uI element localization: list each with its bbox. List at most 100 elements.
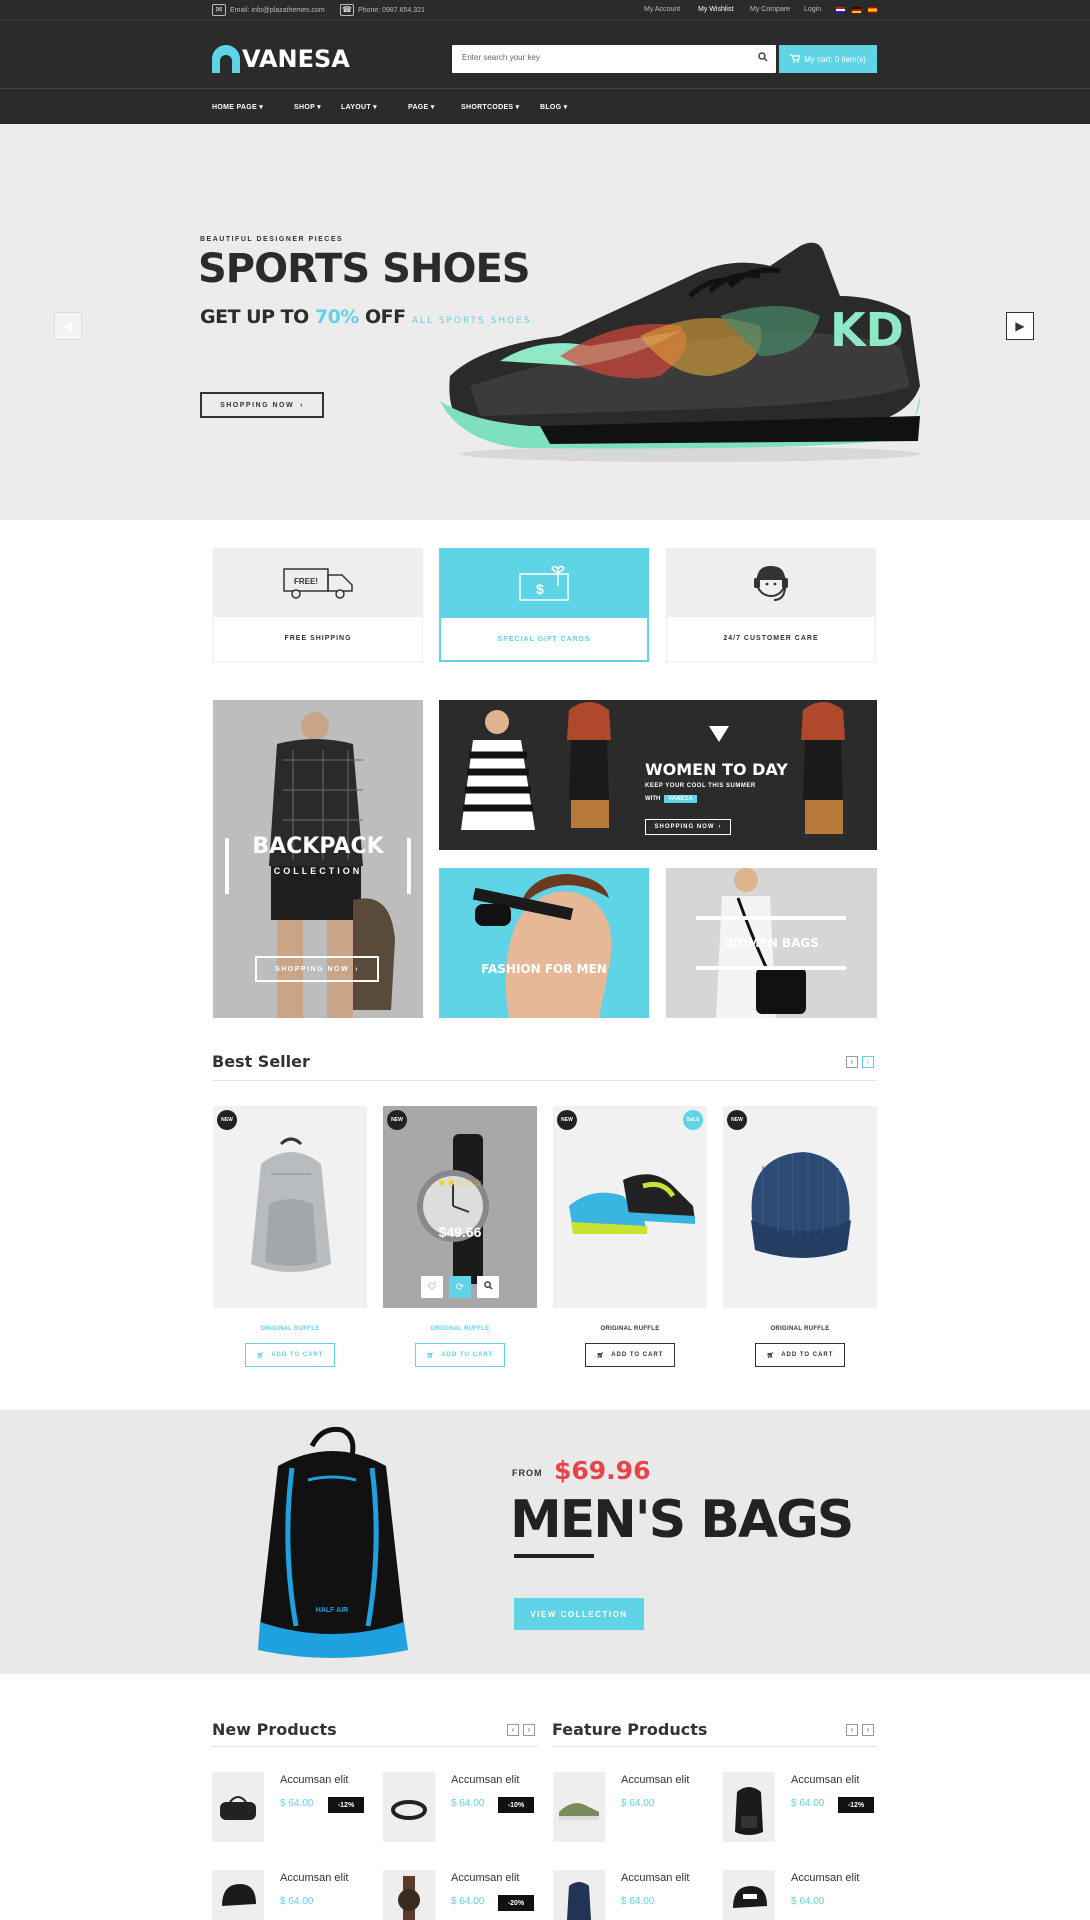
product-card[interactable]: NEW bbox=[213, 1106, 367, 1308]
compare-button[interactable]: ⟳ bbox=[449, 1276, 471, 1298]
header: VANESA Enter search your key My cart: 0 … bbox=[0, 20, 1090, 88]
hero-prev-button[interactable]: ◀ bbox=[54, 312, 82, 340]
backpack-shopping-button[interactable]: SHOPPING NOW › bbox=[255, 956, 379, 982]
svg-text:FREE!: FREE! bbox=[294, 577, 318, 586]
service-free-shipping[interactable]: FREE! FREE SHIPPING bbox=[213, 548, 423, 662]
truck-icon: FREE! bbox=[283, 568, 353, 599]
chevron-right-icon: › bbox=[866, 1725, 870, 1734]
promo-price: $69.96 bbox=[554, 1456, 651, 1485]
cart-icon: 🛒︎ bbox=[426, 1352, 436, 1359]
discount-badge: -12% bbox=[328, 1797, 364, 1813]
nav-page[interactable]: PAGE ▾ bbox=[408, 103, 435, 111]
product-thumb-bracelet[interactable] bbox=[383, 1772, 435, 1842]
new-products-next[interactable]: › bbox=[523, 1724, 535, 1736]
best-seller-prev[interactable]: ‹ bbox=[846, 1056, 858, 1068]
my-wishlist-link[interactable]: My Wishlist bbox=[698, 6, 733, 13]
banner-women-bags[interactable]: WOMEN BAGS bbox=[666, 868, 877, 1018]
wishlist-button[interactable]: ♡ bbox=[421, 1276, 443, 1298]
backpack-subtitle: COLLECTION bbox=[273, 866, 363, 876]
add-to-cart-button[interactable]: 🛒︎ ADD TO CART bbox=[245, 1343, 335, 1367]
nav-blog[interactable]: BLOG ▾ bbox=[540, 103, 567, 111]
hero-next-button[interactable]: ▶ bbox=[1006, 312, 1034, 340]
my-account-link[interactable]: My Account bbox=[644, 6, 680, 13]
view-collection-button[interactable]: VIEW COLLECTION bbox=[514, 1598, 644, 1630]
nav-shop[interactable]: SHOP ▾ bbox=[294, 103, 321, 111]
product-name[interactable]: Accumsan elit bbox=[791, 1872, 859, 1884]
add-to-cart-button[interactable]: 🛒︎ ADD TO CART bbox=[755, 1343, 845, 1367]
add-to-cart-button[interactable]: 🛒︎ ADD TO CART bbox=[415, 1343, 505, 1367]
login-link[interactable]: Login bbox=[804, 6, 821, 13]
flag-en-icon[interactable] bbox=[836, 7, 845, 13]
bags-title: WOMEN BAGS bbox=[724, 936, 819, 950]
phone-icon: ☎ bbox=[340, 4, 354, 16]
product-name[interactable]: Accumsan elit bbox=[280, 1872, 348, 1884]
new-products-prev[interactable]: ‹ bbox=[507, 1724, 519, 1736]
feature-products-next[interactable]: › bbox=[862, 1724, 874, 1736]
product-name[interactable]: Accumsan elit bbox=[621, 1872, 689, 1884]
cart-icon bbox=[790, 53, 801, 65]
product-card[interactable]: NEW SALE bbox=[553, 1106, 707, 1308]
banner-backpack[interactable]: BACKPACK COLLECTION SHOPPING NOW › bbox=[213, 700, 423, 1018]
product-thumb-backpack-2[interactable] bbox=[553, 1870, 605, 1920]
product-price: $ 64.00 bbox=[451, 1798, 485, 1809]
product-thumb-watch[interactable] bbox=[383, 1870, 435, 1920]
nav-home[interactable]: HOME PAGE ▾ bbox=[212, 103, 263, 111]
flag-es-icon[interactable] bbox=[868, 7, 877, 13]
new-badge: NEW bbox=[387, 1110, 407, 1130]
banner-women-today[interactable]: WOMEN TO DAY KEEP YOUR COOL THIS SUMMER … bbox=[439, 700, 877, 850]
logo[interactable]: VANESA bbox=[212, 45, 350, 73]
product-price: $ 64.00 bbox=[621, 1798, 655, 1809]
sale-badge: SALE bbox=[683, 1110, 703, 1130]
best-seller-next[interactable]: › bbox=[862, 1056, 874, 1068]
promo-underline bbox=[514, 1554, 594, 1558]
feature-products-prev[interactable]: ‹ bbox=[846, 1724, 858, 1736]
product-name[interactable]: Accumsan elit bbox=[451, 1774, 519, 1786]
product-card[interactable]: NEW bbox=[723, 1106, 877, 1308]
best-seller-title: Best Seller bbox=[212, 1052, 310, 1071]
heart-icon: ♡ bbox=[427, 1281, 437, 1293]
product-name[interactable]: Accumsan elit bbox=[791, 1774, 859, 1786]
product-price: $ 64.00 bbox=[280, 1896, 314, 1907]
search-icon[interactable] bbox=[758, 52, 768, 65]
banner-fashion-men[interactable]: FASHION FOR MEN bbox=[439, 868, 649, 1018]
promo-from: FROM bbox=[512, 1468, 543, 1478]
search-placeholder: Enter search your key bbox=[462, 53, 540, 62]
product-thumb-cap[interactable] bbox=[212, 1870, 264, 1920]
product-name[interactable]: Accumsan elit bbox=[621, 1774, 689, 1786]
new-badge: NEW bbox=[557, 1110, 577, 1130]
chevron-right-icon: ▶ bbox=[1015, 319, 1025, 333]
product-name[interactable]: ORIGINAL RUFFLE bbox=[213, 1326, 367, 1332]
product-name[interactable]: ORIGINAL RUFFLE bbox=[553, 1326, 707, 1332]
search-input[interactable]: Enter search your key bbox=[452, 45, 776, 73]
product-name[interactable]: ORIGINAL RUFFLE bbox=[383, 1326, 537, 1332]
product-name[interactable]: ORIGINAL RUFFLE bbox=[723, 1326, 877, 1332]
product-name[interactable]: Accumsan elit bbox=[280, 1774, 348, 1786]
service-customer-care[interactable]: 24/7 CUSTOMER CARE bbox=[666, 548, 876, 662]
email-text: Email: info@plazathemes.com bbox=[230, 6, 325, 14]
service-gift-cards[interactable]: $ SPECIAL GIFT CARDS bbox=[439, 548, 649, 662]
men-title: FASHION FOR MEN bbox=[481, 962, 607, 976]
svg-text:$: $ bbox=[536, 581, 544, 597]
my-compare-link[interactable]: My Compare bbox=[750, 6, 790, 13]
women-shopping-button[interactable]: SHOPPING NOW › bbox=[645, 819, 731, 835]
product-card[interactable]: NEW ★★☆☆☆ $49.66 ♡ ⟳ bbox=[383, 1106, 537, 1308]
product-thumb-sneaker[interactable] bbox=[553, 1772, 605, 1842]
quickview-button[interactable] bbox=[477, 1276, 499, 1298]
add-to-cart-button[interactable]: 🛒︎ ADD TO CART bbox=[585, 1343, 675, 1367]
cart-button[interactable]: My cart: 0 item(s) bbox=[779, 45, 877, 73]
nav-layout[interactable]: LAYOUT ▾ bbox=[341, 103, 377, 111]
product-thumb-duffel[interactable] bbox=[212, 1772, 264, 1842]
flag-de-icon[interactable] bbox=[852, 7, 861, 13]
cart-icon: 🛒︎ bbox=[596, 1352, 606, 1359]
product-name[interactable]: Accumsan elit bbox=[451, 1872, 519, 1884]
discount-badge: -10% bbox=[498, 1797, 534, 1813]
hero-shopping-button[interactable]: SHOPPING NOW › bbox=[200, 392, 324, 418]
hover-price: $49.66 bbox=[438, 1224, 482, 1240]
svg-text:HALF AIR: HALF AIR bbox=[316, 1607, 348, 1614]
product-thumb-cap-2[interactable] bbox=[723, 1870, 775, 1920]
product-thumb-backpack[interactable] bbox=[723, 1772, 775, 1842]
discount-badge: -12% bbox=[838, 1797, 874, 1813]
product-price: $ 64.00 bbox=[791, 1798, 825, 1809]
cart-icon: 🛒︎ bbox=[256, 1352, 266, 1359]
nav-shortcodes[interactable]: SHORTCODES ▾ bbox=[461, 103, 519, 111]
